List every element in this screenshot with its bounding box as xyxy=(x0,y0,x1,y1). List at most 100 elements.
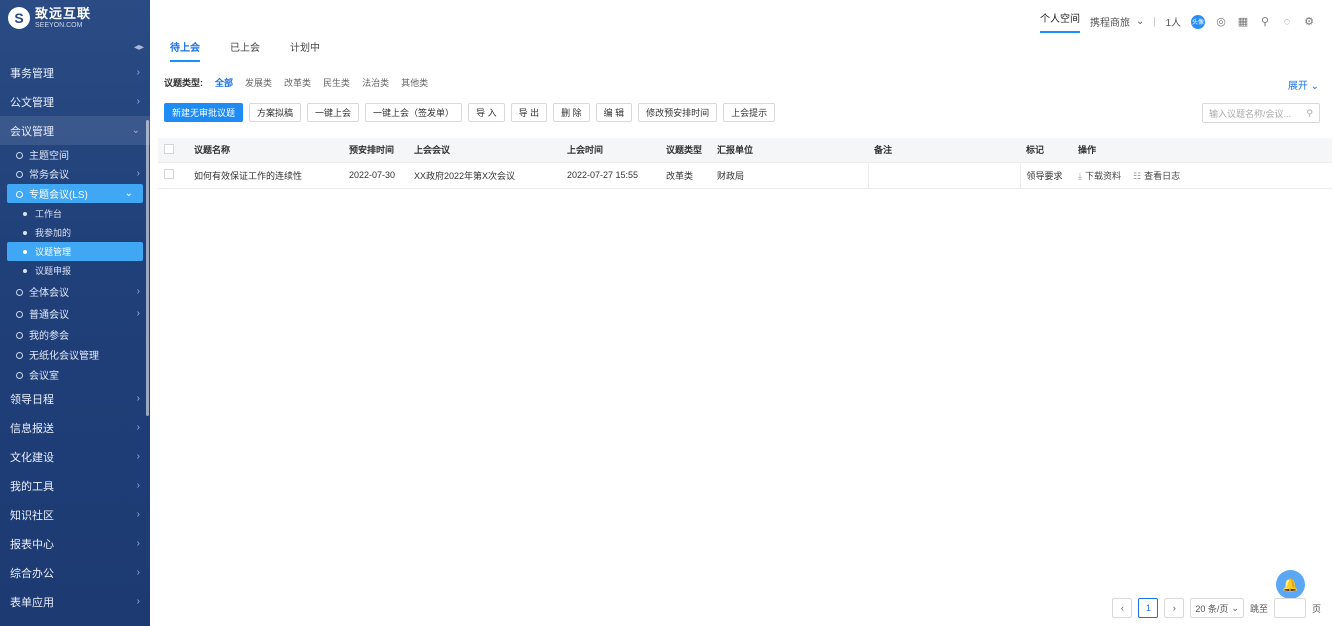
brand-sub: SEEYON.COM xyxy=(35,22,83,29)
sidebar-subitem-paperless[interactable]: 无纸化会议管理 xyxy=(0,344,150,364)
circle-icon xyxy=(16,351,23,359)
page-unit-label: 页 xyxy=(1311,603,1321,614)
settings-gear-icon[interactable]: ⚙ xyxy=(1303,16,1315,28)
topic-type-filter: 议题类型: 全部 发展类 改革类 民生类 法治类 其他类 xyxy=(164,76,428,89)
sidebar-subitem-general[interactable]: 普通会议 › xyxy=(0,302,150,324)
sidebar-item-knowledge[interactable]: 知识社区 › xyxy=(0,500,150,529)
circle-icon xyxy=(16,191,23,198)
sidebar-subitem-special-meeting[interactable]: 专题会议(LS) ⌄ xyxy=(7,184,143,203)
collapse-sidebar-icon[interactable]: ◂▸ xyxy=(134,42,144,53)
sidebar-leaf-topic-management[interactable]: 议题管理 xyxy=(7,242,143,261)
tab-done-meeting[interactable]: 已上会 xyxy=(230,39,260,62)
col-topic-type[interactable]: 议题类型 xyxy=(660,138,711,163)
search-input[interactable]: 输入议题名称/会议... ⚲ xyxy=(1202,103,1320,123)
page-number[interactable]: 1 xyxy=(1138,598,1159,618)
sidebar-item-office[interactable]: 综合办公 › xyxy=(0,558,150,587)
chevron-down-icon: ⌄ xyxy=(124,188,133,199)
col-meeting-time[interactable]: 上会时间 xyxy=(561,138,660,163)
sidebar-item-info-report[interactable]: 信息报送 › xyxy=(0,413,150,442)
online-count[interactable]: 1人 xyxy=(1165,14,1181,29)
sidebar-item-documents[interactable]: 公文管理 › xyxy=(0,87,150,116)
jump-label: 跳至 xyxy=(1249,603,1268,614)
sidebar-subitem-standing-meeting[interactable]: 常务会议 › xyxy=(0,164,150,183)
circle-icon xyxy=(16,371,23,379)
new-topic-button[interactable]: 新建无审批议题 xyxy=(164,103,244,122)
filter-option-law[interactable]: 法治类 xyxy=(362,76,389,89)
sidebar-leaf-topic-declare[interactable]: 议题申报 xyxy=(0,261,150,280)
chevron-right-icon: › xyxy=(136,96,140,107)
view-log-button[interactable]: ☷ 查看日志 xyxy=(1133,169,1180,182)
circle-icon xyxy=(16,171,23,178)
sidebar-subitem-plenary[interactable]: 全体会议 › xyxy=(0,280,150,302)
jump-page-input[interactable] xyxy=(1273,598,1306,618)
sidebar-leaf-attended[interactable]: 我参加的 xyxy=(0,223,150,242)
filter-option-development[interactable]: 发展类 xyxy=(245,76,272,89)
circle-icon xyxy=(16,331,23,339)
avatar[interactable]: 头像 xyxy=(1191,14,1205,29)
one-click-meeting-button[interactable]: 一键上会 xyxy=(307,103,360,122)
filter-option-other[interactable]: 其他类 xyxy=(401,76,428,89)
tab-planned[interactable]: 计划中 xyxy=(290,39,320,62)
sidebar-item-meetings[interactable]: 会议管理 ⌄ xyxy=(0,116,150,145)
chevron-down-icon: ⌄ xyxy=(1310,81,1319,92)
col-meeting[interactable]: 上会会议 xyxy=(408,138,561,163)
filter-option-reform[interactable]: 改革类 xyxy=(284,76,311,89)
log-icon: ☷ xyxy=(1133,170,1142,181)
col-note[interactable]: 备注 xyxy=(868,138,1020,163)
sidebar-item-affairs[interactable]: 事务管理 › xyxy=(0,58,150,87)
col-report-unit[interactable]: 汇报单位 xyxy=(711,138,868,163)
brand-name: 致远互联 xyxy=(35,6,92,21)
search-icon[interactable]: ⚲ xyxy=(1259,16,1271,28)
message-icon[interactable]: ◌ xyxy=(1281,16,1293,28)
sidebar-item-reports[interactable]: 报表中心 › xyxy=(0,529,150,558)
circle-icon xyxy=(16,288,23,296)
select-all-checkbox[interactable] xyxy=(164,143,174,154)
col-topic-name[interactable]: 议题名称 xyxy=(188,138,343,163)
meeting-reminder-button[interactable]: 上会提示 xyxy=(723,103,776,122)
col-plan-time[interactable]: 预安排时间 xyxy=(343,138,408,163)
col-mark[interactable]: 标记 xyxy=(1020,138,1072,163)
prev-page-button[interactable]: ‹ xyxy=(1112,598,1133,618)
notification-bell-icon[interactable]: 🔔 xyxy=(1276,570,1305,599)
user-icon[interactable]: ◎ xyxy=(1215,16,1227,28)
row-checkbox[interactable] xyxy=(164,169,174,179)
next-page-button[interactable]: › xyxy=(1164,598,1185,618)
meeting-link[interactable]: XX政府2022年第X次会议 xyxy=(408,162,561,189)
sidebar-item-leader-schedule[interactable]: 领导日程 › xyxy=(0,384,150,413)
one-click-meeting-issue-button[interactable]: 一键上会（签发单） xyxy=(365,103,463,122)
sidebar-leaf-workbench[interactable]: 工作台 xyxy=(0,204,150,223)
filter-option-livelihood[interactable]: 民生类 xyxy=(323,76,350,89)
page-size-select[interactable]: 20 条/页 ⌄ xyxy=(1190,598,1244,618)
sidebar-subitem-my-attendance[interactable]: 我的参会 xyxy=(0,324,150,344)
draft-plan-button[interactable]: 方案拟稿 xyxy=(249,103,302,122)
sidebar-item-forms[interactable]: 表单应用 › xyxy=(0,587,150,616)
chevron-right-icon: › xyxy=(136,422,140,433)
circle-icon xyxy=(16,152,23,159)
filter-option-all[interactable]: 全部 xyxy=(215,76,233,89)
download-materials-button[interactable]: ⤓ 下载资料 xyxy=(1078,169,1121,182)
sidebar-item-tools[interactable]: 我的工具 › xyxy=(0,471,150,500)
personal-space-tab[interactable]: 个人空间 xyxy=(1040,10,1081,33)
tenant-switcher[interactable]: 携程商旅 ⌄ xyxy=(1090,14,1144,29)
chevron-right-icon: › xyxy=(136,451,140,462)
tab-pending-meeting[interactable]: 待上会 xyxy=(170,39,200,62)
sidebar-subitem-topic-space[interactable]: 主题空间 xyxy=(0,145,150,164)
chevron-right-icon: › xyxy=(136,480,140,491)
import-button[interactable]: 导 入 xyxy=(468,103,505,122)
chevron-right-icon: › xyxy=(136,168,140,179)
export-button[interactable]: 导 出 xyxy=(510,103,548,122)
col-operation: 操作 xyxy=(1072,138,1332,163)
edit-button[interactable]: 编 辑 xyxy=(595,103,633,122)
sidebar-subitem-meeting-room[interactable]: 会议室 xyxy=(0,364,150,384)
mark-link[interactable]: 领导要求 xyxy=(1019,162,1072,189)
expand-filter-button[interactable]: 展开 ⌄ xyxy=(1288,77,1319,92)
chevron-right-icon: › xyxy=(136,567,140,578)
brand-logo[interactable]: S 致远互联 SEEYON.COM xyxy=(0,0,150,36)
modify-schedule-button[interactable]: 修改预安排时间 xyxy=(638,103,718,122)
delete-button[interactable]: 删 除 xyxy=(553,103,590,122)
sidebar-item-culture[interactable]: 文化建设 › xyxy=(0,442,150,471)
search-icon[interactable]: ⚲ xyxy=(1306,108,1313,119)
table-row[interactable]: 如何有效保证工作的连续性 2022-07-30 XX政府2022年第X次会议 2… xyxy=(158,162,1332,189)
cell-report-unit: 财政局 xyxy=(711,162,868,189)
apps-grid-icon[interactable]: ▦ xyxy=(1237,16,1249,28)
